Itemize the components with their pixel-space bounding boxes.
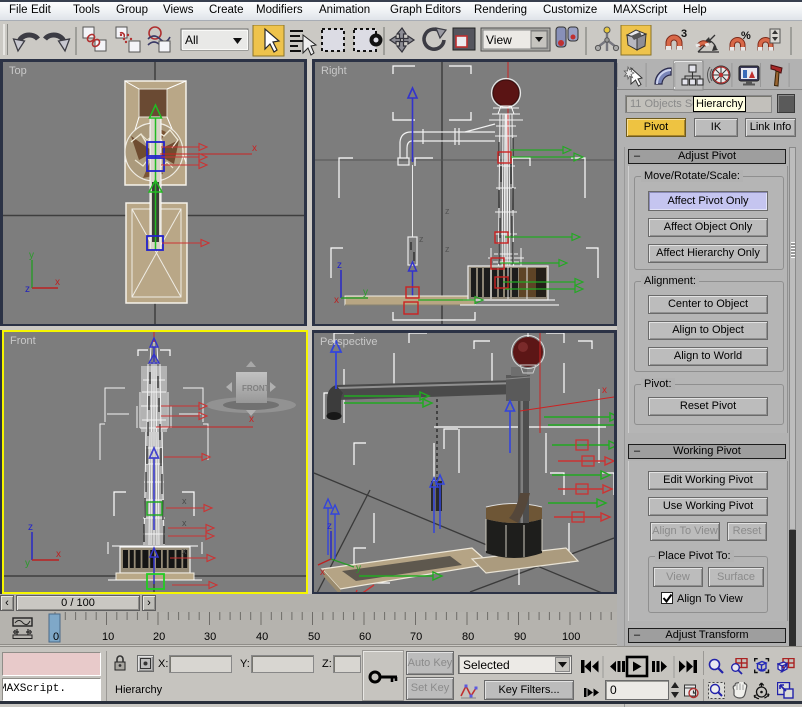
svg-text:x: x: [55, 277, 60, 288]
svg-text:60: 60: [359, 631, 371, 643]
svg-text:x: x: [56, 549, 61, 560]
svg-text:z: z: [337, 260, 342, 271]
svg-text:FRONT: FRONT: [242, 384, 270, 393]
svg-text:z: z: [419, 234, 424, 244]
svg-text:View: View: [486, 33, 512, 47]
svg-text:x: x: [252, 143, 257, 154]
svg-text:20: 20: [153, 631, 165, 643]
svg-text:z: z: [445, 244, 450, 254]
svg-text:x: x: [602, 385, 607, 396]
svg-text:50: 50: [308, 631, 320, 643]
svg-text:z: z: [327, 521, 332, 532]
svg-text:40: 40: [256, 631, 268, 643]
svg-text:x: x: [334, 295, 339, 306]
svg-text:x: x: [182, 518, 187, 528]
svg-text:z: z: [28, 522, 33, 533]
svg-text:y: y: [25, 558, 30, 569]
svg-text:80: 80: [462, 631, 474, 643]
svg-text:y: y: [363, 287, 368, 298]
svg-text:100: 100: [562, 631, 580, 643]
svg-text:70: 70: [410, 631, 422, 643]
svg-text:0: 0: [53, 631, 59, 643]
svg-text:All: All: [185, 33, 198, 47]
svg-text:%: %: [741, 30, 751, 42]
svg-text:x: x: [249, 414, 254, 425]
svg-text:z: z: [445, 206, 450, 216]
svg-text:x: x: [182, 546, 187, 556]
svg-text:3: 3: [681, 28, 687, 40]
svg-text:z: z: [25, 284, 30, 295]
svg-text:30: 30: [204, 631, 216, 643]
svg-text:x: x: [320, 567, 325, 578]
svg-text:x: x: [182, 496, 187, 506]
svg-text:90: 90: [514, 631, 526, 643]
svg-text:10: 10: [102, 631, 114, 643]
svg-text:y: y: [29, 250, 34, 261]
svg-text:y: y: [356, 563, 361, 574]
